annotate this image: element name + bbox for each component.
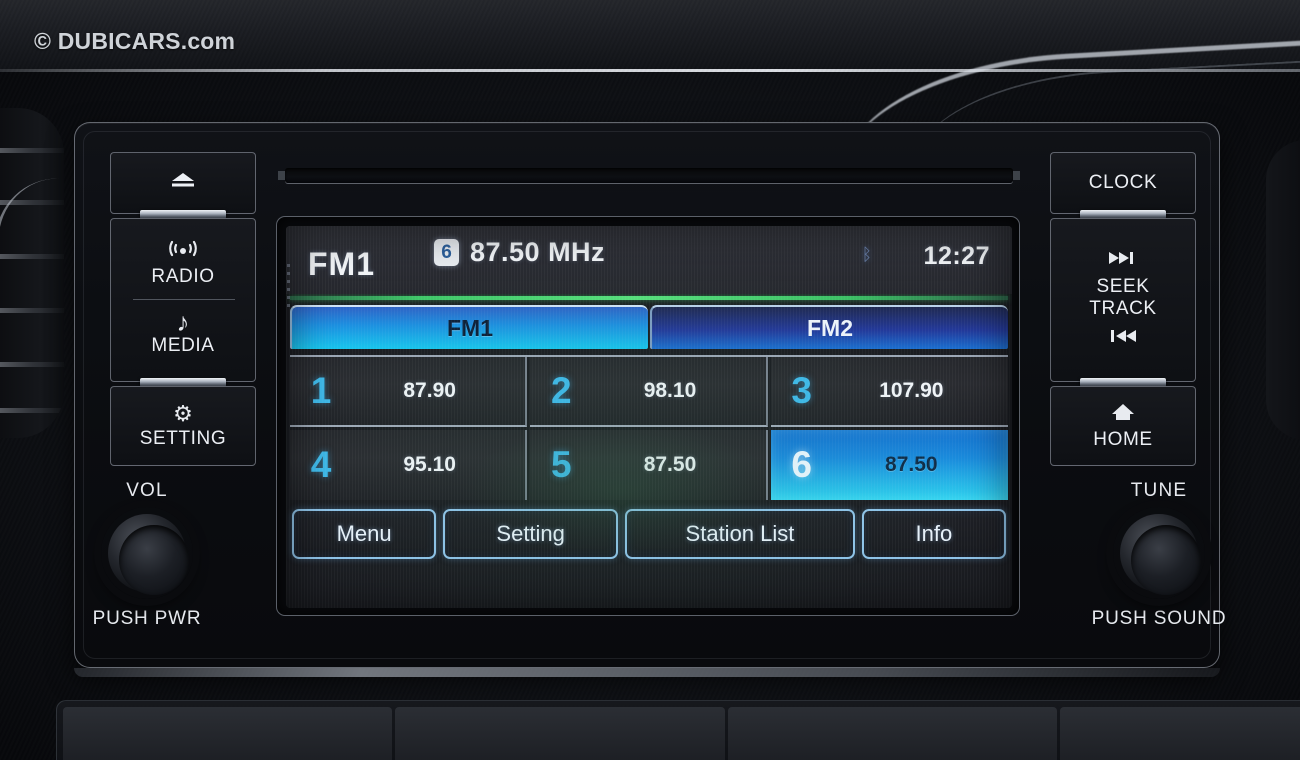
preset-frequency: 95.10 <box>403 453 456 476</box>
track-label: TRACK <box>1089 298 1157 319</box>
right-button-column: CLOCK SEEK TRACK HOME <box>1050 152 1196 488</box>
preset-button-2[interactable]: 2 98.10 <box>530 357 768 427</box>
clock-display: 12:27 <box>923 242 990 270</box>
menu-button[interactable]: Menu <box>292 509 437 559</box>
preset-button-3[interactable]: 3 107.90 <box>770 357 1008 427</box>
clock-button[interactable]: CLOCK <box>1050 152 1196 214</box>
softkey-bar: Menu Setting Station List Info <box>292 509 1006 559</box>
right-air-vent <box>1266 140 1300 440</box>
band-tab-bar: FM1 FM2 <box>290 305 1008 349</box>
climate-button[interactable] <box>395 707 725 760</box>
preset-number: 6 <box>791 444 812 485</box>
climate-button[interactable] <box>1059 707 1300 760</box>
preset-grid: 1 87.90 2 98.10 3 107.90 4 95.10 5 87.50… <box>290 355 1008 500</box>
preset-number: 3 <box>791 370 812 411</box>
preset-frequency: 107.90 <box>879 379 944 402</box>
lcd-screen-bezel: FM1 6 87.50 MHz ᛒ 12:27 FM1 FM2 1 87.90 <box>276 216 1020 616</box>
preset-number: 2 <box>551 370 572 411</box>
home-button-label: HOME <box>1093 428 1153 450</box>
preset-button-5[interactable]: 5 87.50 <box>530 430 768 500</box>
clock-button-label: CLOCK <box>1088 172 1158 193</box>
current-station-group: 6 87.50 MHz <box>434 237 605 268</box>
climate-button[interactable] <box>727 707 1057 760</box>
push-sound-label: PUSH SOUND <box>1091 608 1227 629</box>
screen-edge-markers <box>287 264 290 312</box>
lcd-screen[interactable]: FM1 6 87.50 MHz ᛒ 12:27 FM1 FM2 1 87.90 <box>286 226 1012 608</box>
preset-frequency: 87.50 <box>643 453 697 476</box>
seek-track-button[interactable]: SEEK TRACK <box>1050 218 1196 382</box>
tune-knob-group: TUNE PUSH SOUND <box>1074 480 1244 630</box>
gear-icon: ⚙ <box>173 400 193 426</box>
left-air-vent <box>0 108 64 438</box>
radio-wave-icon <box>166 239 200 263</box>
green-separator-line <box>290 296 1008 300</box>
preset-frequency: 87.50 <box>885 453 938 476</box>
home-icon <box>1110 402 1136 426</box>
faceplate-gloss-trim <box>74 668 1220 677</box>
seek-label: SEEK <box>1096 276 1150 297</box>
home-button[interactable]: HOME <box>1050 386 1196 466</box>
media-button-label: MEDIA <box>151 335 215 356</box>
climate-control-panel <box>56 700 1300 760</box>
preset-number: 1 <box>310 370 332 411</box>
current-frequency: 87.50 MHz <box>470 237 606 267</box>
climate-button[interactable] <box>63 707 393 760</box>
info-button[interactable]: Info <box>861 509 1006 559</box>
volume-knob-face <box>119 525 189 595</box>
tune-knob-label: TUNE <box>1130 480 1188 501</box>
tune-knob[interactable] <box>1111 505 1221 615</box>
watermark-text: © DUBICARS.com <box>34 28 236 54</box>
radio-button[interactable]: RADIO <box>151 239 214 288</box>
volume-knob-group: VOL PUSH PWR <box>62 480 232 630</box>
tab-fm2[interactable]: FM2 <box>650 305 1008 349</box>
bluetooth-icon: ᛒ <box>861 245 872 264</box>
radio-media-button-group: RADIO ♪ MEDIA <box>110 218 256 382</box>
band-indicator: FM1 <box>308 246 375 282</box>
tune-knob-face <box>1131 525 1201 595</box>
tab-fm1[interactable]: FM1 <box>290 305 648 349</box>
dashboard-scene: FM1 6 87.50 MHz ᛒ 12:27 FM1 FM2 1 87.90 <box>0 0 1300 760</box>
setting-hard-button[interactable]: ⚙ SETTING <box>110 386 256 466</box>
station-list-button[interactable]: Station List <box>625 509 855 559</box>
preset-frequency: 87.90 <box>403 379 456 402</box>
preset-number: 4 <box>310 444 332 485</box>
radio-button-label: RADIO <box>151 266 215 287</box>
preset-number: 5 <box>551 444 572 485</box>
preset-button-4[interactable]: 4 95.10 <box>290 430 528 500</box>
preset-number-badge: 6 <box>434 239 459 266</box>
cd-slot[interactable] <box>278 168 1020 183</box>
preset-button-6[interactable]: 6 87.50 <box>770 430 1008 500</box>
setting-button-label: SETTING <box>139 427 227 449</box>
push-pwr-label: PUSH PWR <box>92 608 202 629</box>
left-button-column: RADIO ♪ MEDIA ⚙ SETTING <box>110 152 256 488</box>
eject-icon <box>170 172 196 192</box>
skip-forward-icon <box>1106 250 1140 269</box>
radio-status-header: FM1 6 87.50 MHz ᛒ 12:27 <box>286 226 1012 294</box>
volume-knob[interactable] <box>99 505 209 615</box>
media-button[interactable]: ♪ MEDIA <box>151 307 215 357</box>
preset-frequency: 98.10 <box>643 379 697 402</box>
radio-media-divider <box>133 299 235 300</box>
preset-button-1[interactable]: 1 87.90 <box>290 357 528 427</box>
setting-button[interactable]: Setting <box>443 509 619 559</box>
eject-button[interactable] <box>110 152 256 214</box>
music-note-icon: ♪ <box>176 307 190 337</box>
volume-knob-label: VOL <box>126 480 168 501</box>
skip-backward-icon <box>1106 328 1140 347</box>
